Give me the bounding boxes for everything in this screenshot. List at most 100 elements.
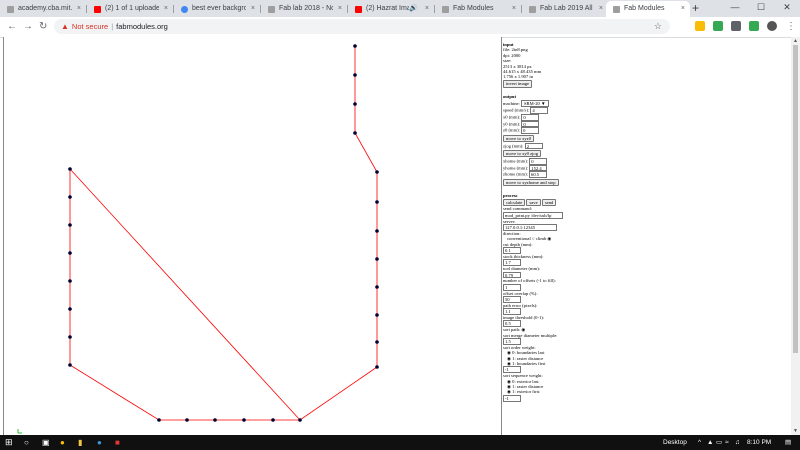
battery-icon[interactable]: ▭ [716, 435, 722, 450]
x0-input[interactable]: 0 [521, 113, 540, 121]
move-xy0-zjog-button[interactable]: move to xy0 zjog [503, 149, 542, 158]
scroll-up-arrow-icon[interactable]: ▲ [791, 37, 800, 45]
path-point [213, 418, 217, 422]
server-input[interactable]: 127.0.0.1:12345 [503, 224, 557, 231]
tab-6[interactable]: Fab Lab 2019 All Ra × [522, 1, 608, 17]
tab-5[interactable]: Fab Modules × [435, 1, 521, 17]
security-label[interactable]: Not secure [72, 22, 108, 31]
overlap-input[interactable]: 50 [503, 295, 521, 303]
menu-icon[interactable]: ⋮ [786, 20, 796, 34]
close-icon[interactable]: × [251, 1, 255, 17]
x0-label: x0 (mm): [503, 114, 521, 120]
tab-1[interactable]: (2) 1 of 1 uploaded × [87, 1, 173, 17]
window-close-icon[interactable]: ✕ [774, 0, 800, 15]
extension-icon[interactable] [713, 21, 723, 31]
machine-select[interactable]: SRM-20 ▼ [521, 99, 549, 108]
search-icon[interactable]: ○ [24, 437, 29, 448]
task-view-icon[interactable]: ▣ [42, 437, 50, 448]
speaker-icon[interactable]: 🔊 [409, 1, 418, 17]
wifi-icon[interactable]: ≈ [725, 435, 729, 450]
path-error-input[interactable]: 1.1 [503, 308, 521, 315]
tab-title: (2) 1 of 1 uploaded [105, 5, 159, 12]
forward-icon[interactable]: → [23, 20, 33, 34]
tab-title: (2) Hazrat Imar [366, 5, 410, 12]
clock-time[interactable]: 8:10 PM [747, 435, 771, 450]
toolpath-canvas[interactable] [3, 37, 502, 435]
back-icon[interactable]: ← [7, 20, 17, 34]
new-tab-button[interactable]: + [692, 1, 699, 16]
merge-input[interactable]: 1.5 [503, 337, 521, 345]
move-xyz0-button[interactable]: move to xyz0 [503, 134, 535, 143]
close-icon[interactable]: × [425, 1, 429, 17]
tab-strip: academy.cba.mit.e × (2) 1 of 1 uploaded … [0, 0, 800, 17]
y0-label: y0 (mm): [503, 121, 521, 127]
path-point [375, 257, 379, 261]
windows-start-icon[interactable]: ⊞ [5, 437, 13, 448]
threshold-input[interactable]: 0.5 [503, 320, 521, 328]
xhome-input[interactable]: 0 [529, 157, 548, 165]
maximize-icon[interactable]: ☐ [748, 0, 774, 15]
desktop-label[interactable]: Desktop [663, 435, 687, 450]
tab-3[interactable]: Fab lab 2018 - Noo × [261, 1, 347, 17]
path-point [185, 418, 189, 422]
minimize-icon[interactable]: — [722, 0, 748, 15]
cut-depth-input[interactable]: 0.1 [503, 247, 521, 254]
close-icon[interactable]: × [681, 1, 685, 17]
profile-avatar[interactable] [767, 21, 777, 31]
address-bar[interactable]: ▲ Not secure | fabmodules.org ☆ [54, 19, 670, 34]
close-icon[interactable]: × [512, 1, 516, 17]
save-button[interactable]: save [526, 198, 541, 206]
path-point [375, 170, 379, 174]
offsets-input[interactable]: 1 [503, 283, 521, 291]
extension-icon[interactable] [749, 21, 759, 31]
y0-input[interactable]: 0 [521, 120, 540, 128]
speed-input[interactable]: 4 [530, 107, 549, 114]
tab-0[interactable]: academy.cba.mit.e × [0, 1, 86, 17]
path-point [375, 340, 379, 344]
edge-icon[interactable]: ● [97, 437, 102, 448]
page-icon [613, 5, 620, 13]
zjog-input[interactable]: 2 [524, 142, 543, 150]
extension-icon[interactable] [731, 21, 741, 31]
scroll-down-arrow-icon[interactable]: ▼ [791, 427, 800, 435]
tab-title: academy.cba.mit.e [18, 5, 72, 12]
volume-icon[interactable]: ♫ [735, 435, 740, 450]
calculate-button[interactable]: calculate [503, 198, 526, 206]
yhome-input[interactable]: 152.4 [529, 164, 548, 172]
invert-image-button[interactable]: invert image [503, 80, 533, 88]
path-point [68, 307, 72, 311]
stock-thickness-input[interactable]: 1.7 [503, 259, 521, 267]
close-icon[interactable]: × [77, 1, 81, 17]
extension-icon[interactable] [695, 21, 705, 31]
url-text[interactable]: fabmodules.org [116, 22, 168, 31]
close-icon[interactable]: × [599, 1, 603, 17]
sequence-weight-input[interactable]: -1 [503, 394, 521, 402]
notification-icon[interactable]: ▤ [785, 435, 791, 450]
tab-2[interactable]: best ever backgrou × [174, 1, 260, 17]
tool-diameter-input[interactable]: 0.79 [503, 271, 521, 279]
close-icon[interactable]: × [338, 1, 342, 17]
move-home-button[interactable]: move to xyzhome and stop [503, 178, 559, 187]
tab-7-active[interactable]: Fab Modules × [606, 1, 690, 17]
order-weight-input[interactable]: -1 [503, 366, 521, 374]
warning-icon[interactable]: ▲ [61, 22, 69, 31]
scrollbar-thumb[interactable] [793, 45, 798, 353]
path-point [242, 418, 246, 422]
app-icon[interactable]: ■ [115, 437, 120, 448]
path-point [271, 418, 275, 422]
close-icon[interactable]: × [164, 1, 168, 17]
chrome-icon[interactable]: ● [60, 437, 65, 448]
zhome-label: zhome (mm): [503, 171, 528, 177]
bookmark-star-icon[interactable]: ☆ [654, 19, 662, 34]
z0-input[interactable]: 0 [521, 127, 540, 135]
reload-icon[interactable]: ↻ [39, 20, 47, 34]
file-explorer-icon[interactable]: ▮ [78, 437, 82, 448]
tab-4[interactable]: (2) Hazrat Imar 🔊 × [348, 1, 434, 17]
send-command-input[interactable]: mod_print.py /dev/usb/lp [503, 211, 563, 219]
expand-tray-chevron[interactable]: ^ [698, 435, 701, 450]
send-button[interactable]: send [541, 198, 557, 206]
path-point [353, 44, 357, 48]
page-icon [7, 5, 14, 13]
zhome-input[interactable]: 60.5 [529, 171, 548, 179]
tray-app-icon[interactable]: ▲ [707, 435, 713, 450]
